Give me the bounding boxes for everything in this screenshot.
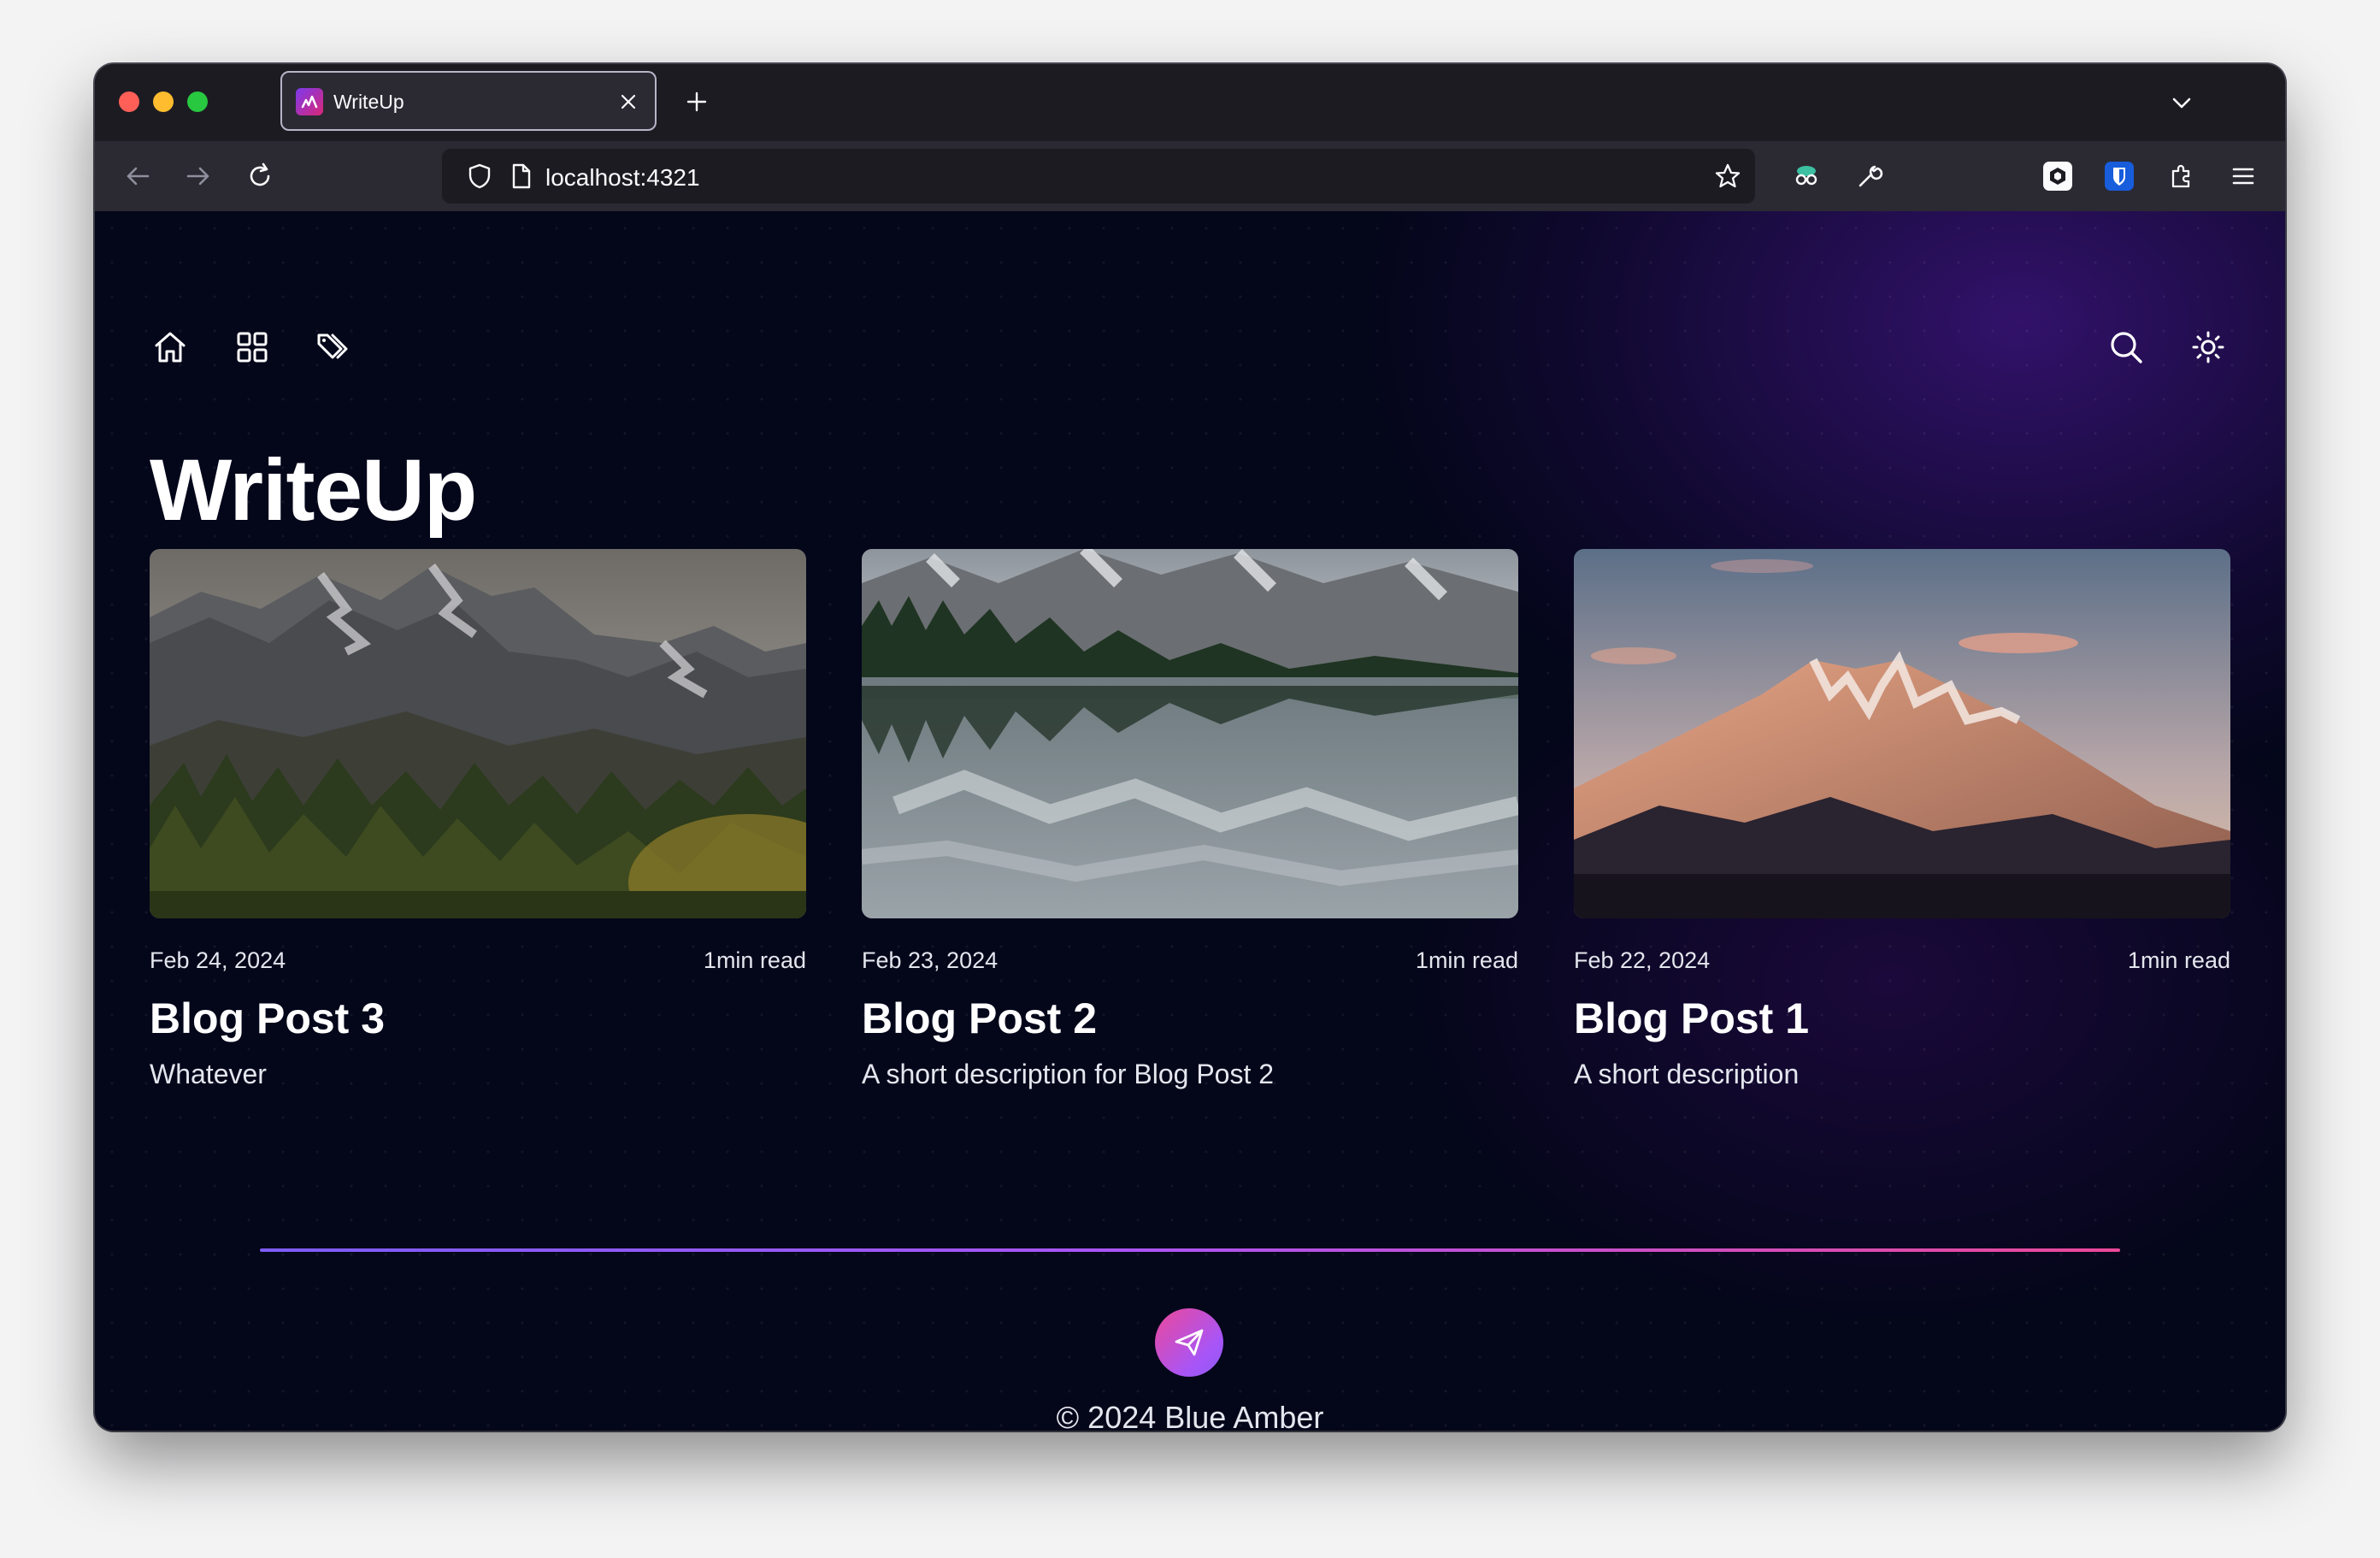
incognito-extension-icon[interactable] <box>1791 161 1822 192</box>
post-card[interactable]: Feb 23, 2024 1min read Blog Post 2 A sho… <box>862 549 1518 1090</box>
post-description: A short description for Blog Post 2 <box>862 1059 1275 1089</box>
extension-cube-icon[interactable] <box>2043 162 2072 191</box>
back-icon[interactable] <box>122 161 153 192</box>
bitwarden-icon[interactable] <box>2105 162 2134 191</box>
url-text: localhost:4321 <box>545 164 700 191</box>
post-date: Feb 22, 2024 <box>1574 947 1711 973</box>
post-title[interactable]: Blog Post 1 <box>1574 994 2230 1043</box>
extensions-puzzle-icon[interactable] <box>2166 161 2197 192</box>
read-time: 1min read <box>703 947 806 973</box>
browser-window: WriteUp localhost:4321 WriteUp Feb 24, 2… <box>95 64 2285 1431</box>
copyright-text: © 2024 Blue Amber <box>1056 1400 1324 1431</box>
minimize-window-button[interactable] <box>153 91 174 112</box>
read-time: 1min read <box>1415 947 1518 973</box>
post-date: Feb 23, 2024 <box>862 947 999 973</box>
post-image-lake-reflection[interactable] <box>862 549 1518 918</box>
tags-icon[interactable] <box>314 327 355 368</box>
new-tab-icon[interactable] <box>683 88 710 115</box>
shield-icon[interactable] <box>464 161 495 192</box>
page-content: WriteUp Feb 24, 2024 1min read Blog Post… <box>95 211 2285 1431</box>
post-image-sunset-peak[interactable] <box>1574 549 2230 918</box>
chevron-down-icon[interactable] <box>2167 88 2196 117</box>
wrench-icon[interactable] <box>1853 161 1884 192</box>
footer-divider <box>260 1248 2120 1252</box>
post-date: Feb 24, 2024 <box>150 947 286 973</box>
post-title[interactable]: Blog Post 2 <box>862 994 1518 1043</box>
page-icon <box>512 163 531 189</box>
close-tab-icon[interactable] <box>617 91 639 113</box>
forward-icon[interactable] <box>183 161 214 192</box>
favicon-icon <box>296 88 323 115</box>
browser-toolbar: localhost:4321 <box>95 141 2285 211</box>
tab-title: WriteUp <box>333 91 404 113</box>
home-icon[interactable] <box>150 327 191 368</box>
post-title[interactable]: Blog Post 3 <box>150 994 806 1043</box>
post-image-forested-mountains[interactable] <box>150 549 806 918</box>
tab-strip: WriteUp <box>95 64 2285 141</box>
address-bar[interactable]: localhost:4321 <box>442 149 1755 204</box>
bookmark-star-icon[interactable] <box>1712 161 1743 192</box>
reload-icon[interactable] <box>244 161 275 192</box>
site-title: WriteUp <box>150 441 477 539</box>
close-window-button[interactable] <box>119 91 139 112</box>
send-icon[interactable] <box>1155 1308 1223 1377</box>
maximize-window-button[interactable] <box>187 91 208 112</box>
sun-icon[interactable] <box>2188 327 2229 368</box>
grid-icon[interactable] <box>232 327 273 368</box>
post-description: A short description <box>1574 1059 1800 1089</box>
post-card[interactable]: Feb 24, 2024 1min read Blog Post 3 Whate… <box>150 549 806 1090</box>
post-card[interactable]: Feb 22, 2024 1min read Blog Post 1 A sho… <box>1574 549 2230 1090</box>
post-description: Whatever <box>150 1059 267 1089</box>
search-icon[interactable] <box>2106 327 2147 368</box>
menu-icon[interactable] <box>2228 161 2259 192</box>
tab-writeup[interactable]: WriteUp <box>280 71 657 131</box>
read-time: 1min read <box>2127 947 2230 973</box>
